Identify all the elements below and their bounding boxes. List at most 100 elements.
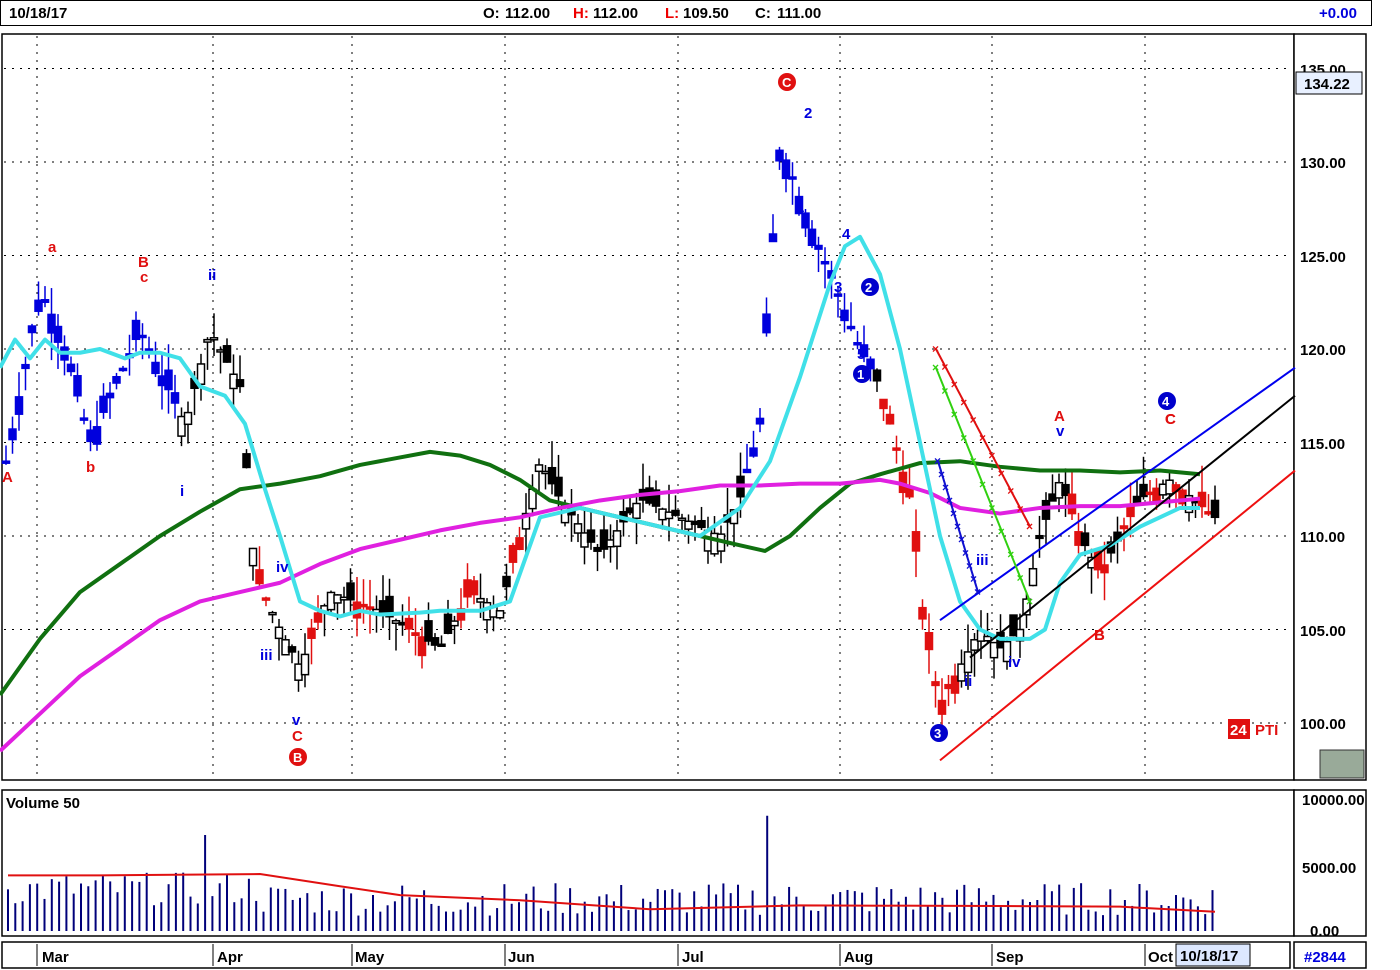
month-tick: May [355, 949, 385, 966]
candle-body [437, 643, 446, 648]
candle-body [14, 396, 24, 415]
candle-body [268, 611, 277, 616]
circled-wave-label: B [293, 750, 302, 765]
candle-body [21, 363, 30, 370]
candle-body [170, 392, 180, 404]
candle-body [151, 361, 160, 375]
candle-body [840, 309, 849, 322]
x-mark: × [1017, 571, 1024, 585]
x-mark: × [979, 478, 986, 492]
chart-canvas[interactable]: ××××××××××××××××××××××××××××××××× abBcAi… [0, 0, 1400, 970]
x-mark: × [951, 407, 958, 421]
candle-body [502, 575, 511, 588]
candle-body [300, 653, 310, 676]
x-mark: × [941, 360, 948, 374]
wave-label: C [1165, 411, 1176, 428]
volume-panel[interactable] [1, 789, 1295, 937]
x-mark: × [1017, 502, 1024, 516]
wave-label: v [1056, 423, 1065, 440]
candle-body [248, 547, 258, 567]
candle-body [469, 580, 479, 596]
candle-body [879, 398, 888, 410]
candle-body [92, 426, 102, 445]
candle-body [892, 447, 901, 451]
last-price-value: 134.22 [1304, 76, 1350, 93]
candle-body [918, 606, 927, 620]
candle-body [274, 626, 284, 640]
volume-tick: 5000.00 [1302, 860, 1356, 877]
candle-body [554, 476, 563, 497]
wave-label: B [1094, 627, 1105, 644]
candle-body [820, 260, 830, 265]
candle-body [866, 358, 875, 370]
wave-label: iv [276, 559, 289, 576]
price-panel[interactable] [1, 33, 1295, 781]
month-tick: Sep [996, 949, 1024, 966]
candle-body [495, 610, 505, 619]
candle-body [164, 369, 173, 391]
candle-body [79, 417, 89, 421]
x-mark: × [941, 384, 948, 398]
candle-body [1035, 534, 1044, 540]
candle-body [183, 411, 193, 426]
candle-body [775, 149, 784, 162]
x-mark: × [979, 431, 986, 445]
candle-body [138, 334, 147, 339]
candle-body [287, 646, 297, 653]
pti-text: PTI [1255, 722, 1278, 739]
time-axis-panel [1, 941, 1291, 969]
wave-label: b [86, 459, 95, 476]
cursor-date: 10/18/17 [1180, 948, 1238, 965]
candle-body [814, 244, 823, 250]
candle-body [476, 597, 485, 603]
candle-body [346, 582, 355, 601]
x-mark: × [998, 466, 1005, 480]
wave-label: A [2, 469, 13, 486]
candle-body [931, 681, 940, 687]
candle-body [144, 348, 154, 352]
wave-label: 1 [796, 199, 804, 216]
candle-body [261, 597, 271, 601]
chart-thumbnail-icon[interactable] [1319, 749, 1365, 779]
x-mark: × [938, 467, 945, 481]
price-tick: 110.00 [1300, 529, 1345, 546]
candle-body [1067, 493, 1077, 515]
candle-body [983, 635, 992, 642]
candle-body [963, 651, 973, 674]
wave-label: v [292, 712, 301, 729]
circled-wave-label: 4 [1162, 394, 1170, 409]
wave-label: a [48, 239, 57, 256]
month-tick: Jul [682, 949, 704, 966]
candle-body [1041, 499, 1051, 520]
candle-body [911, 531, 921, 552]
x-mark: × [970, 454, 977, 468]
candle-body [404, 617, 414, 630]
x-mark: × [998, 524, 1005, 538]
price-tick: 125.00 [1300, 249, 1346, 266]
x-mark: × [970, 572, 977, 586]
candle-body [612, 530, 622, 548]
candle-body [1080, 532, 1090, 547]
candle-body [534, 464, 544, 473]
volume-tick: 10000.00 [1302, 792, 1365, 809]
x-mark: × [951, 378, 958, 392]
pti-number: 24 [1230, 722, 1247, 739]
month-tick: Aug [844, 949, 873, 966]
candle-body [27, 325, 37, 334]
wave-label: 4 [842, 226, 851, 243]
x-mark: × [1007, 548, 1014, 562]
candle-body [255, 569, 264, 585]
x-mark: × [950, 507, 957, 521]
candle-body [8, 428, 17, 441]
candle-body [1, 460, 11, 464]
candle-body [749, 447, 758, 457]
candle-body [105, 392, 115, 399]
month-tick: Apr [217, 949, 243, 966]
x-mark: × [958, 533, 965, 547]
wave-label: iv [1008, 654, 1021, 671]
month-tick: Oct [1148, 949, 1173, 966]
month-tick: Mar [42, 949, 69, 966]
price-tick: 120.00 [1300, 342, 1346, 359]
candle-body [515, 537, 524, 551]
candle-body [671, 509, 680, 516]
